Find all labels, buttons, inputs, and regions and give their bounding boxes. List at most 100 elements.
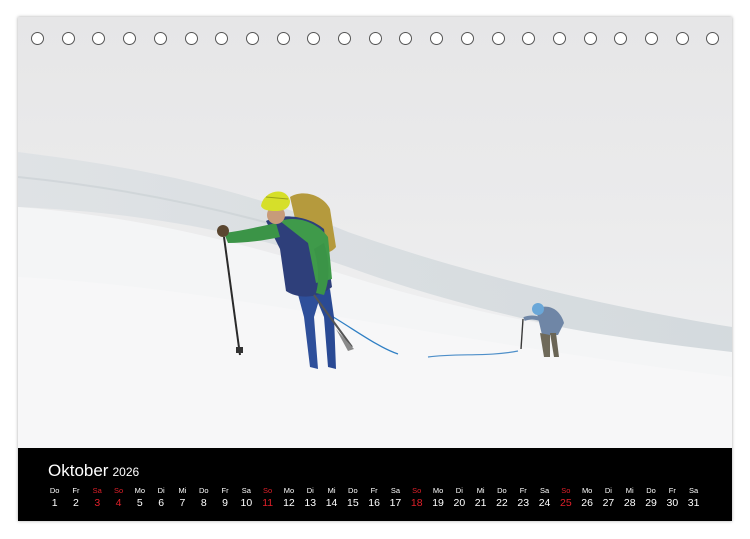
binding-ring <box>460 32 474 45</box>
weekday-label: Fr <box>221 486 229 495</box>
date-number: 9 <box>222 497 228 509</box>
weekday-label: Fr <box>519 486 527 495</box>
day-cell: Do 29 <box>640 485 661 511</box>
weekday-label: Fr <box>370 486 378 495</box>
day-cell: Di 6 <box>151 485 172 511</box>
weekday-label: Sa <box>92 486 102 495</box>
day-cell: So 25 <box>555 485 576 511</box>
binding-ring <box>522 32 536 45</box>
binding-ring <box>215 32 229 45</box>
weekday-label: Do <box>497 486 507 495</box>
day-cell: Di 13 <box>300 485 321 511</box>
day-cell: Mi 21 <box>470 485 491 511</box>
weekday-label: Mi <box>625 486 634 495</box>
weekday-label: So <box>412 486 422 495</box>
month-name: Oktober <box>48 461 109 480</box>
day-cell: So 18 <box>406 485 427 511</box>
weekday-label: Do <box>646 486 656 495</box>
date-number: 22 <box>496 497 508 509</box>
weekday-label: Di <box>157 486 165 495</box>
day-cell: Mi 7 <box>172 485 193 511</box>
day-cell: Mo 26 <box>577 485 598 511</box>
date-number: 6 <box>158 497 165 509</box>
date-number: 23 <box>517 497 530 509</box>
day-cell: Di 27 <box>598 485 619 511</box>
binding-ring <box>153 32 167 45</box>
weekday-label: Sa <box>390 486 401 495</box>
weekday-label: So <box>113 486 124 495</box>
weekday-label: Mo <box>283 486 295 495</box>
binding-ring <box>61 32 75 45</box>
weekday-label: Mi <box>327 486 336 495</box>
weekday-label: Mi <box>178 486 187 495</box>
day-cell: So 11 <box>257 485 278 511</box>
day-cell: Mo 12 <box>278 485 299 511</box>
weekday-label: Fr <box>668 486 676 495</box>
day-cell: Sa 24 <box>534 485 555 511</box>
binding-ring <box>583 32 597 45</box>
day-cell: Sa 3 <box>87 485 108 511</box>
day-cell: Fr 2 <box>65 485 86 511</box>
date-number: 13 <box>304 497 317 509</box>
binding-ring <box>552 32 566 45</box>
binding-ring <box>675 32 689 45</box>
day-cell: Sa 31 <box>683 485 704 511</box>
day-grid: Do 1 Fr 2 Sa 3 So 4 Mo 5 Di 6 Mi 7 Do 8 Fr 9 Sa 10 So 11 Mo 12 D… <box>44 485 724 515</box>
weekday-label: Do <box>49 486 60 495</box>
weekday-label: Mi <box>476 486 485 495</box>
day-cell: Mi 28 <box>619 485 640 511</box>
binding-ring <box>368 32 382 45</box>
weekday-label: Di <box>306 486 314 495</box>
date-number: 12 <box>283 497 295 509</box>
weekday-label: Sa <box>539 486 550 495</box>
binding-ring <box>245 32 259 45</box>
date-number: 4 <box>115 497 122 509</box>
date-number: 11 <box>262 497 274 509</box>
binding-ring <box>31 32 44 45</box>
date-number: 27 <box>602 497 615 509</box>
weekday-label: Di <box>455 486 463 495</box>
weekday-label: Sa <box>689 486 699 495</box>
day-cell: Sa 10 <box>236 485 257 511</box>
month-title: Oktober 2026 <box>48 461 139 481</box>
weekday-label: Do <box>348 486 358 495</box>
date-number: 14 <box>325 497 338 509</box>
day-cell: Fr 16 <box>364 485 385 511</box>
day-cell: Do 22 <box>491 485 512 511</box>
binding-ring <box>430 32 444 45</box>
date-number: 29 <box>645 497 657 509</box>
binding-ring <box>399 32 413 45</box>
day-cell: Di 20 <box>449 485 470 511</box>
day-cell: Sa 17 <box>385 485 406 511</box>
weekday-label: Mo <box>134 486 146 495</box>
binding-ring <box>491 32 505 45</box>
day-cell: So 4 <box>108 485 129 511</box>
mountaineering-photo <box>18 17 732 448</box>
date-number: 19 <box>432 497 444 509</box>
date-number: 17 <box>389 497 402 509</box>
day-cell: Fr 30 <box>662 485 683 511</box>
day-cell: Mi 14 <box>321 485 342 511</box>
weekday-label: Mo <box>581 486 593 495</box>
weekday-label: Sa <box>241 486 251 495</box>
weekday-label: Mo <box>432 486 444 495</box>
date-number: 18 <box>410 497 423 509</box>
date-number: 26 <box>581 497 593 509</box>
date-number: 21 <box>474 497 487 509</box>
date-number: 2 <box>73 497 79 509</box>
calendar-bar: Oktober 2026 Do 1 Fr 2 Sa 3 So 4 Mo 5 Di 6 Mi 7 Do 8 Fr 9 S… <box>18 448 732 521</box>
binding-ring <box>706 32 720 45</box>
binding-rings <box>18 32 732 48</box>
binding-ring <box>338 32 351 45</box>
binding-ring <box>92 32 106 45</box>
date-number: 5 <box>136 497 143 509</box>
weekday-label: Fr <box>72 486 80 495</box>
weekday-label: Do <box>198 486 209 495</box>
date-number: 8 <box>200 497 207 509</box>
date-number: 3 <box>94 497 101 509</box>
date-number: 28 <box>623 497 636 509</box>
month-year: 2026 <box>112 465 140 479</box>
binding-ring <box>276 32 290 45</box>
calendar-page: Oktober 2026 Do 1 Fr 2 Sa 3 So 4 Mo 5 Di 6 Mi 7 Do 8 Fr 9 S… <box>18 17 732 521</box>
date-number: 7 <box>179 497 186 509</box>
